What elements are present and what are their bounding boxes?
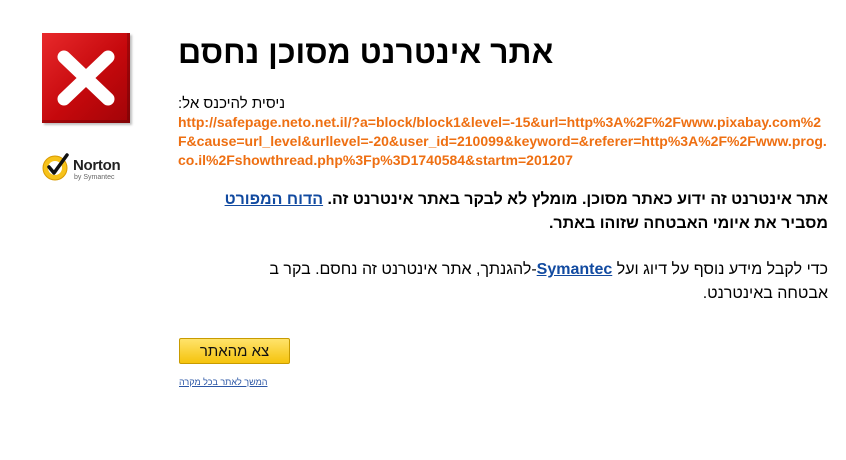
main-content: אתר אינטרנט מסוכן נחסם ניסית להיכנס אל: …: [178, 30, 828, 306]
info-text: כדי לקבל מידע נוסף על דיוג ועל: [616, 261, 828, 278]
page-title: אתר אינטרנט מסוכן נחסם: [178, 34, 554, 70]
warning-text: אתר אינטרנט זה ידוע כאתר מסוכן. מומלץ לא…: [327, 191, 828, 208]
symantec-link[interactable]: Symantec: [537, 261, 613, 278]
info-text-3: אבטחה באינטרנט.: [702, 285, 828, 302]
norton-check-icon: [42, 153, 69, 181]
detailed-report-link[interactable]: הדוח המפורט: [225, 191, 324, 208]
attempt-label: ניסית להיכנס אל:: [178, 95, 286, 112]
info-paragraph: כדי לקבל מידע נוסף על דיוג ועל Symantec-…: [178, 258, 828, 306]
norton-brand-sub: by Symantec: [74, 174, 115, 181]
info-text-2: -להגנתך, אתר אינטרנט זה נחסם. בקר ב: [269, 261, 537, 278]
norton-brand-name: Norton: [73, 157, 121, 174]
continue-anyway-link[interactable]: המשך לאתר בכל מקרה: [179, 377, 267, 387]
exit-site-button[interactable]: צא מהאתר: [179, 338, 290, 364]
norton-logo: Norton by Symantec: [41, 150, 131, 186]
blocked-x-icon: [42, 33, 130, 123]
warning-paragraph: אתר אינטרנט זה ידוע כאתר מסוכן. מומלץ לא…: [178, 188, 828, 236]
blocked-url: http://safepage.neto.net.il/?a=block/blo…: [178, 114, 827, 168]
warning-text-2: מסביר את איומי האבטחה שזוהו באתר.: [548, 215, 828, 232]
